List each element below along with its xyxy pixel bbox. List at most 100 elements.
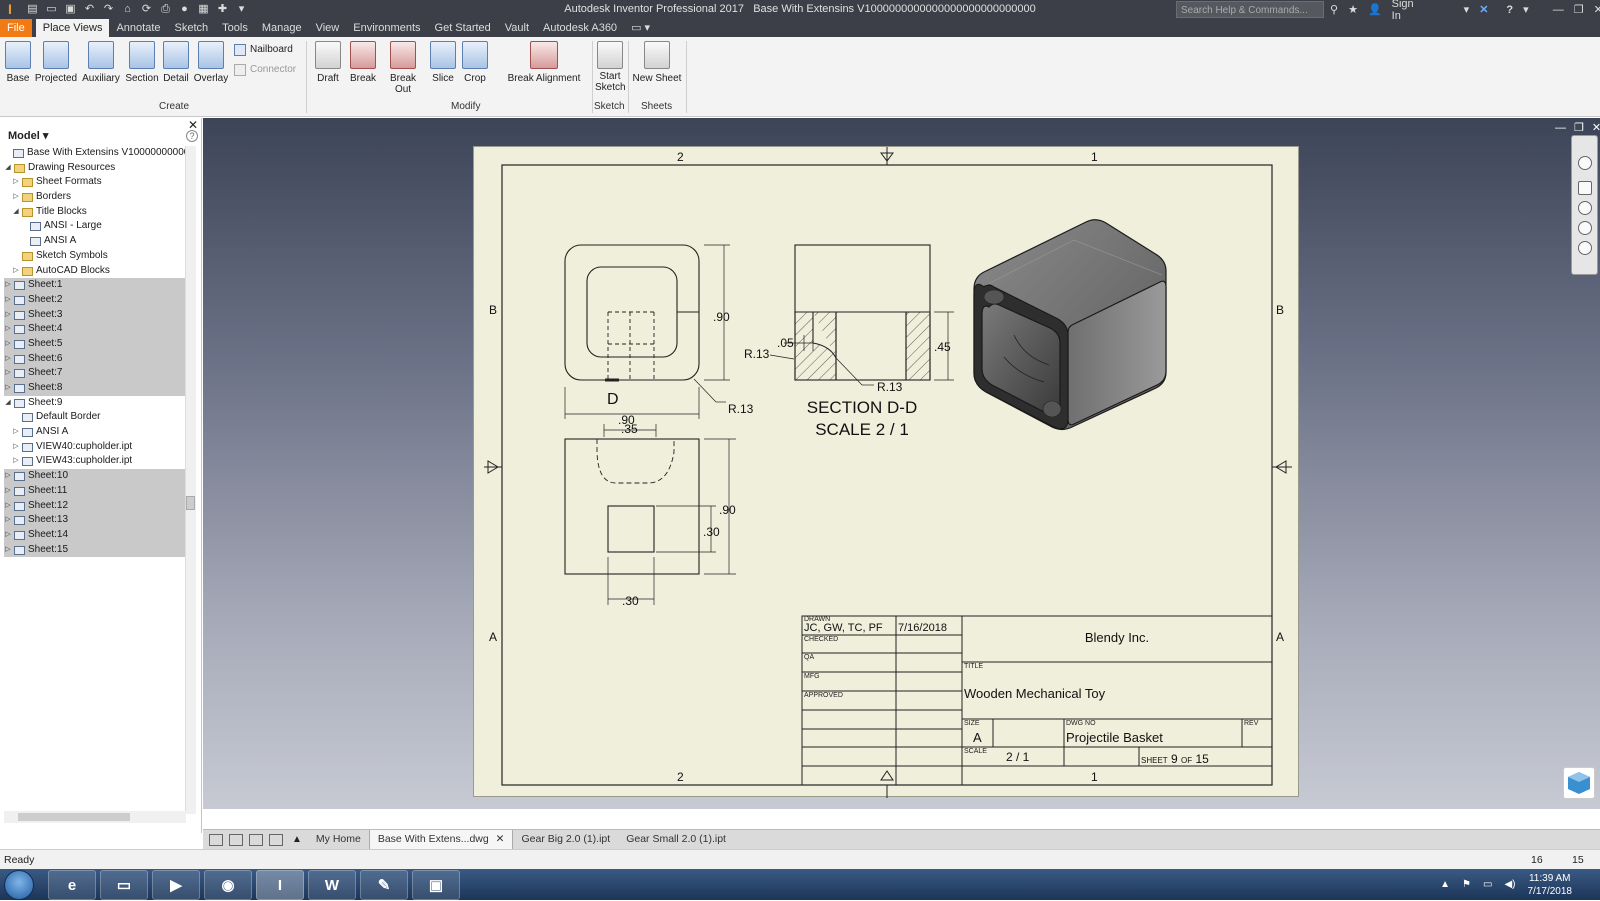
tab-manage[interactable]: Manage <box>255 19 309 37</box>
tab-environments[interactable]: Environments <box>346 19 427 37</box>
user-icon[interactable]: 👤 <box>1368 3 1382 16</box>
tab-get-started[interactable]: Get Started <box>428 19 498 37</box>
dim-height-45[interactable]: .45 <box>934 340 951 354</box>
browser-vertical-scrollbar[interactable] <box>185 146 196 814</box>
expand-arrow-icon[interactable]: ▷ <box>4 499 12 514</box>
open-file-icon[interactable]: ▭ <box>45 3 58 16</box>
expand-arrow-icon[interactable]: ▷ <box>12 440 20 455</box>
tab-base-with-extensins[interactable]: Base With Extens...dwg ✕ <box>368 830 514 849</box>
tree-node[interactable]: ◢ Drawing Resources <box>4 161 186 176</box>
canvas-close-icon[interactable]: ✕ <box>1592 121 1600 134</box>
dim-height-90-front[interactable]: .90 <box>719 503 736 517</box>
expand-arrow-icon[interactable]: ▷ <box>4 352 12 367</box>
help-search-input[interactable]: Search Help & Commands... <box>1176 1 1324 18</box>
undo-icon[interactable]: ↶ <box>83 3 96 16</box>
cascade-windows-icon[interactable] <box>209 833 223 846</box>
zoom-all-icon[interactable] <box>1578 221 1592 235</box>
tab-file[interactable]: File <box>0 19 32 37</box>
collapse-arrow-icon[interactable]: ◢ <box>12 205 20 220</box>
zoom-icon[interactable] <box>1578 201 1592 215</box>
tree-node[interactable]: ▷ Sheet:12 <box>4 498 186 514</box>
base-view-button[interactable]: Base <box>4 41 32 84</box>
projected-view-button[interactable]: Projected <box>34 41 78 84</box>
tabs-up-arrow-icon[interactable]: ▲ <box>292 834 302 845</box>
browser-help-icon[interactable]: ? <box>186 130 198 142</box>
tree-node[interactable]: ▷ Borders <box>4 190 186 205</box>
expand-arrow-icon[interactable]: ▷ <box>4 484 12 499</box>
tab-view[interactable]: View <box>309 19 347 37</box>
clock[interactable]: 11:39 AM 7/17/2018 <box>1528 872 1573 898</box>
tree-node[interactable]: ANSI A <box>4 234 186 249</box>
customize-dropdown-icon[interactable]: ▾ <box>235 3 248 16</box>
tree-node[interactable]: ▷ AutoCAD Blocks <box>4 264 186 279</box>
expand-arrow-icon[interactable]: ▷ <box>12 190 20 205</box>
dim-height-90[interactable]: .90 <box>713 310 730 324</box>
update-icon[interactable]: ⟳ <box>140 3 153 16</box>
expand-arrow-icon[interactable]: ▷ <box>12 425 20 440</box>
tab-tools[interactable]: Tools <box>215 19 255 37</box>
start-sketch-button[interactable]: Start Sketch <box>595 41 626 93</box>
inventor-logo-icon[interactable]: I <box>2 1 18 18</box>
home-icon[interactable]: ⌂ <box>121 3 134 16</box>
tab-annotate[interactable]: Annotate <box>109 19 167 37</box>
tree-node[interactable]: ▷ Sheet:4 <box>4 322 186 337</box>
pan-icon[interactable] <box>1578 181 1592 195</box>
tree-node[interactable]: ▷ Sheet:8 <box>4 381 186 396</box>
save-icon[interactable]: ▣ <box>64 3 77 16</box>
ribbon-display-toggle-icon[interactable]: ▭ ▾ <box>624 19 657 37</box>
expand-arrow-icon[interactable]: ▷ <box>12 454 20 469</box>
tree-node[interactable]: ▷ Sheet:2 <box>4 292 186 308</box>
section-view-button[interactable]: Section <box>124 41 160 84</box>
tree-node[interactable]: ▷ Sheet Formats <box>4 175 186 190</box>
front-view[interactable] <box>564 424 736 605</box>
view-cube-icon[interactable] <box>1563 767 1595 799</box>
media-player-icon[interactable]: ▶ <box>152 870 200 900</box>
overlay-view-button[interactable]: Overlay <box>193 41 229 84</box>
tree-node[interactable]: ▷ Sheet:14 <box>4 527 186 543</box>
volume-icon[interactable]: ◀) <box>1504 879 1515 890</box>
tile-windows-icon[interactable] <box>229 833 243 846</box>
tree-node[interactable]: ▷ VIEW40:cupholder.ipt <box>4 440 186 455</box>
expand-arrow-icon[interactable]: ▷ <box>4 469 12 484</box>
crop-button[interactable]: Crop <box>461 41 489 84</box>
chrome-icon[interactable]: ◉ <box>204 870 252 900</box>
break-out-button[interactable]: Break Out <box>381 41 425 95</box>
dim-radius-13-left[interactable]: R.13 <box>744 347 769 361</box>
dim-width-30[interactable]: .30 <box>622 594 639 608</box>
tab-my-home[interactable]: My Home <box>308 830 369 849</box>
tab-gear-small[interactable]: Gear Small 2.0 (1).ipt <box>618 830 734 849</box>
word-icon[interactable]: W <box>308 870 356 900</box>
expand-arrow-icon[interactable]: ▷ <box>4 337 12 352</box>
connector-button[interactable]: Connector <box>234 62 296 78</box>
tree-node[interactable]: ◢ Title Blocks <box>4 205 186 220</box>
tile-horizontal-icon[interactable] <box>249 833 263 846</box>
inventor-tool-icon[interactable]: ▣ <box>412 870 460 900</box>
tree-node[interactable]: ▷ ANSI A <box>4 425 186 440</box>
new-file-icon[interactable]: ▤ <box>26 3 39 16</box>
tree-node[interactable]: ▷ Sheet:13 <box>4 513 186 528</box>
tab-vault[interactable]: Vault <box>498 19 536 37</box>
nailboard-button[interactable]: Nailboard <box>234 42 293 58</box>
collapse-arrow-icon[interactable]: ◢ <box>4 396 12 411</box>
section-view[interactable] <box>769 244 954 386</box>
tray-expand-icon[interactable]: ▲ <box>1440 879 1450 890</box>
autodesk-x-icon[interactable]: ✕ <box>1479 3 1488 16</box>
section-view-label[interactable]: SECTION D-D SCALE 2 / 1 <box>792 397 932 441</box>
expand-arrow-icon[interactable]: ▷ <box>4 293 12 308</box>
dim-height-30[interactable]: .30 <box>703 525 720 539</box>
new-sheet-button[interactable]: New Sheet <box>632 41 682 84</box>
minimize-button[interactable]: — <box>1553 4 1564 16</box>
help-dropdown-icon[interactable]: ▾ <box>1523 3 1529 16</box>
browser-header[interactable]: Model ▾ <box>8 129 48 142</box>
material-icon[interactable]: ● <box>178 3 191 16</box>
draft-view-button[interactable]: Draft <box>313 41 343 84</box>
expand-arrow-icon[interactable]: ▷ <box>4 381 12 396</box>
tree-node[interactable]: ▷ Sheet:1 <box>4 278 186 293</box>
break-button[interactable]: Break <box>348 41 378 84</box>
expand-arrow-icon[interactable]: ▷ <box>4 513 12 528</box>
dim-radius-13-section[interactable]: R.13 <box>877 380 902 394</box>
expand-arrow-icon[interactable]: ▷ <box>12 175 20 190</box>
binoculars-icon[interactable]: ⚲ <box>1330 3 1338 16</box>
expand-arrow-icon[interactable]: ▷ <box>4 366 12 381</box>
tab-autodesk-a360[interactable]: Autodesk A360 <box>536 19 624 37</box>
